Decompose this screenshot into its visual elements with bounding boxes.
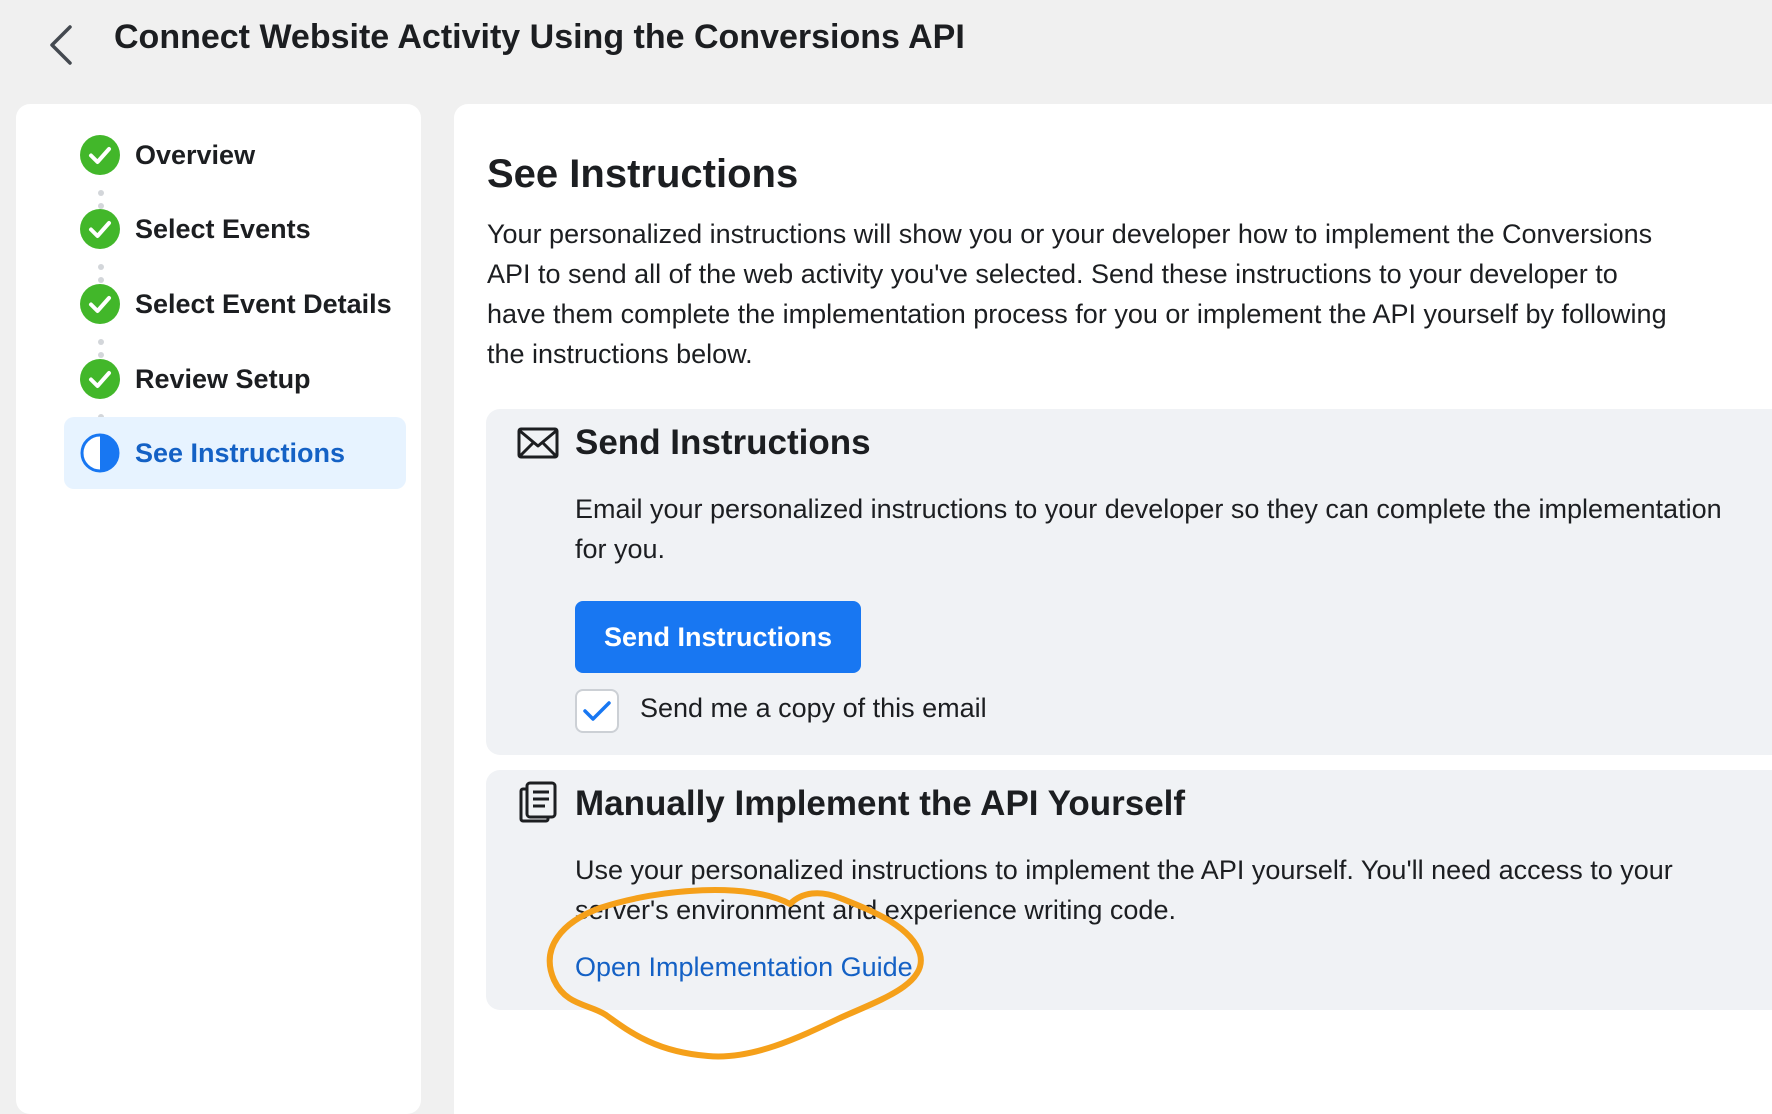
section-title: See Instructions xyxy=(487,152,799,196)
step-label: See Instructions xyxy=(135,437,346,468)
step-label: Select Event Details xyxy=(135,288,392,319)
section-description: Your personalized instructions will show… xyxy=(487,219,1667,369)
send-instructions-button[interactable]: Send Instructions xyxy=(575,601,861,673)
copy-email-checkbox[interactable] xyxy=(575,689,619,733)
step-label: Select Events xyxy=(135,213,311,244)
step-label: Overview xyxy=(135,139,256,170)
step-select-events[interactable]: Select Events xyxy=(64,193,406,265)
chevron-left-icon xyxy=(50,25,72,65)
step-see-instructions[interactable]: See Instructions xyxy=(64,417,406,489)
check-circle-icon xyxy=(79,134,121,176)
checkmark-icon xyxy=(583,701,611,721)
main-panel: See Instructions Your personalized instr… xyxy=(454,104,1772,1114)
manual-implementation-title: Manually Implement the API Yourself xyxy=(575,784,1186,823)
top-bar: Connect Website Activity Using the Conve… xyxy=(0,0,1772,92)
copy-email-label: Send me a copy of this email xyxy=(640,693,987,723)
check-circle-icon xyxy=(79,283,121,325)
envelope-icon xyxy=(516,421,560,465)
check-circle-icon xyxy=(79,208,121,250)
step-select-event-details[interactable]: Select Event Details xyxy=(64,268,406,340)
setup-stepper-sidebar: Overview Select Events Select Event Deta… xyxy=(16,104,421,1114)
half-circle-icon xyxy=(79,432,121,474)
send-instructions-title: Send Instructions xyxy=(575,423,871,462)
send-instructions-card: Send Instructions Email your personalize… xyxy=(486,409,1772,755)
document-icon xyxy=(516,780,560,824)
check-circle-icon xyxy=(79,358,121,400)
step-overview[interactable]: Overview xyxy=(64,119,406,191)
step-label: Review Setup xyxy=(135,363,311,394)
open-implementation-guide-link[interactable]: Open Implementation Guide xyxy=(575,952,913,983)
send-instructions-description: Email your personalized instructions to … xyxy=(575,494,1722,564)
manual-implementation-description: Use your personalized instructions to im… xyxy=(575,855,1673,925)
step-review-setup[interactable]: Review Setup xyxy=(64,343,406,415)
back-button[interactable] xyxy=(38,20,84,70)
manual-implementation-card: Manually Implement the API Yourself Use … xyxy=(486,770,1772,1010)
page-title: Connect Website Activity Using the Conve… xyxy=(114,18,965,56)
